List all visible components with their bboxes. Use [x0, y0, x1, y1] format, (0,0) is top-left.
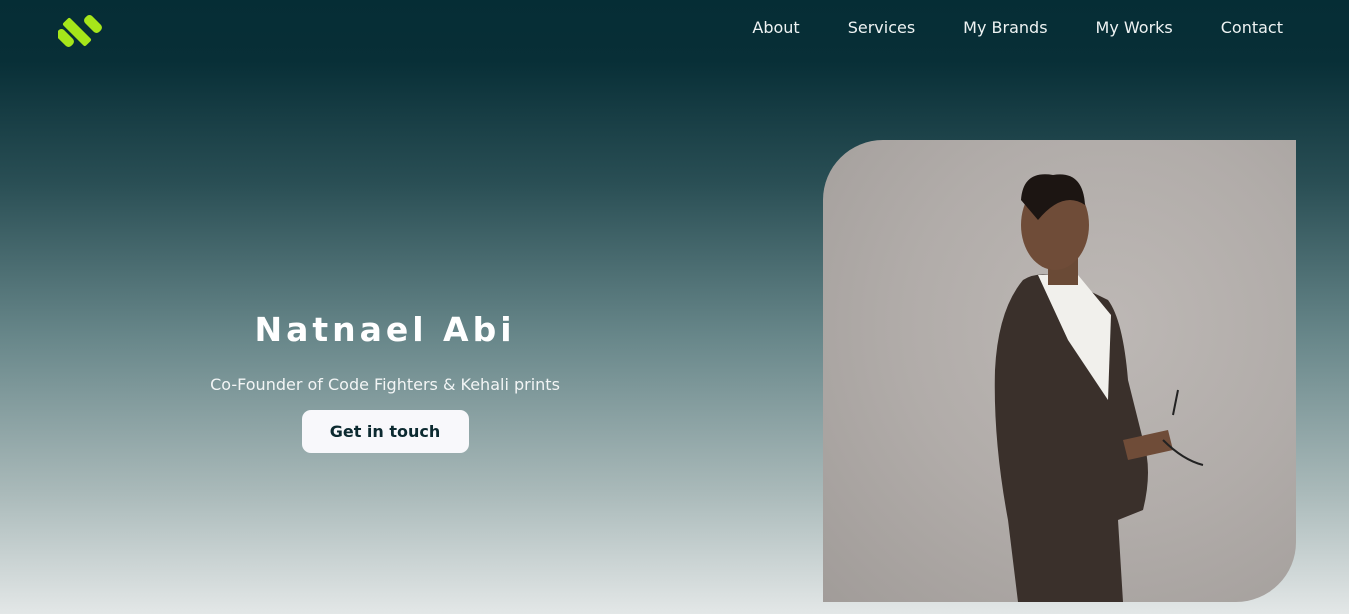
portrait-illustration — [994, 174, 1204, 602]
hero-subtitle: Co-Founder of Code Fighters & Kehali pri… — [210, 375, 560, 394]
hero-section: Natnael Abi Co-Founder of Code Fighters … — [170, 310, 600, 453]
nav-my-works[interactable]: My Works — [1096, 18, 1173, 37]
nav-my-brands[interactable]: My Brands — [963, 18, 1047, 37]
hero-name: Natnael Abi — [254, 310, 516, 349]
logo-icon[interactable] — [58, 14, 108, 48]
nav-about[interactable]: About — [752, 18, 799, 37]
portrait-photo — [823, 140, 1296, 602]
get-in-touch-button[interactable]: Get in touch — [301, 410, 469, 453]
main-nav: About Services My Brands My Works Contac… — [752, 18, 1283, 37]
nav-contact[interactable]: Contact — [1221, 18, 1283, 37]
nav-services[interactable]: Services — [848, 18, 915, 37]
